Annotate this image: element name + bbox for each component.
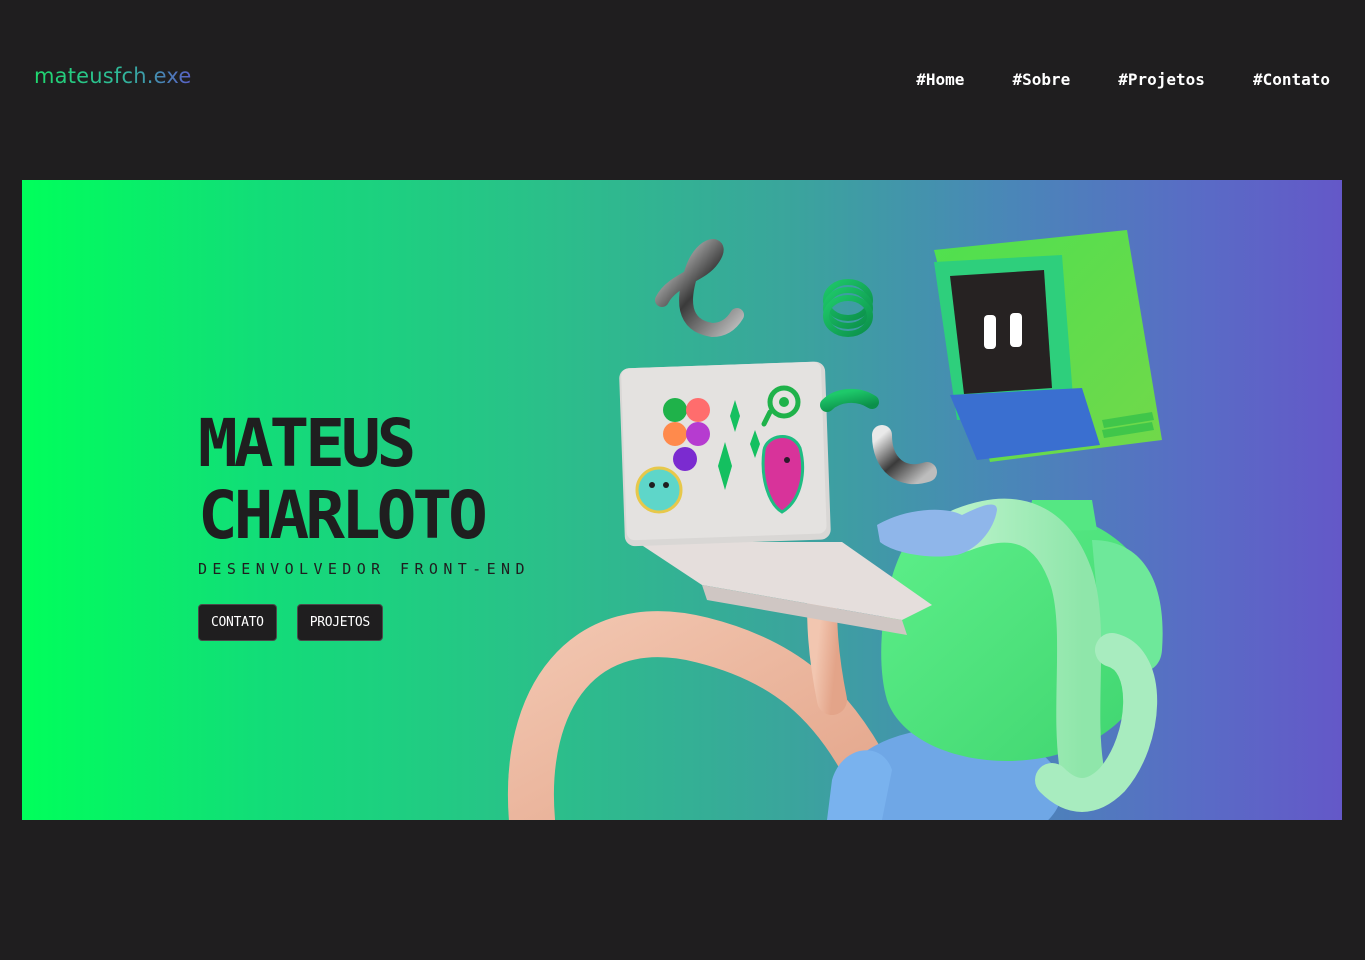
hero-button-group: CONTATO PROJETOS <box>198 604 530 641</box>
monitor-head <box>934 230 1162 462</box>
site-header: mateusfch.exe #Home #Sobre #Projetos #Co… <box>0 0 1365 160</box>
hero-text-block: MATEUS CHARLOTO DESENVOLVEDOR FRONT-END … <box>198 408 530 641</box>
nav-link-home[interactable]: #Home <box>916 70 964 89</box>
creature-sticker-icon <box>635 466 683 514</box>
hero-banner: MATEUS CHARLOTO DESENVOLVEDOR FRONT-END … <box>22 180 1342 820</box>
hero-subtitle: DESENVOLVEDOR FRONT-END <box>198 560 530 578</box>
hero-name-line2: CHARLOTO <box>198 477 488 554</box>
site-logo[interactable]: mateusfch.exe <box>34 64 192 88</box>
floating-green-spring <box>823 279 873 337</box>
projects-button[interactable]: PROJETOS <box>296 604 383 641</box>
contact-button[interactable]: CONTATO <box>198 604 277 641</box>
hero-name-line1: MATEUS <box>198 405 416 482</box>
nav-link-contato[interactable]: #Contato <box>1253 70 1330 89</box>
floating-green-arc <box>820 388 879 412</box>
floating-chrome-arc <box>872 425 937 485</box>
main-nav: #Home #Sobre #Projetos #Contato <box>916 70 1330 89</box>
nav-link-projetos[interactable]: #Projetos <box>1118 70 1205 89</box>
nav-link-sobre[interactable]: #Sobre <box>1012 70 1070 89</box>
hero-title: MATEUS CHARLOTO <box>198 408 530 552</box>
floating-chrome-loop <box>655 239 744 338</box>
